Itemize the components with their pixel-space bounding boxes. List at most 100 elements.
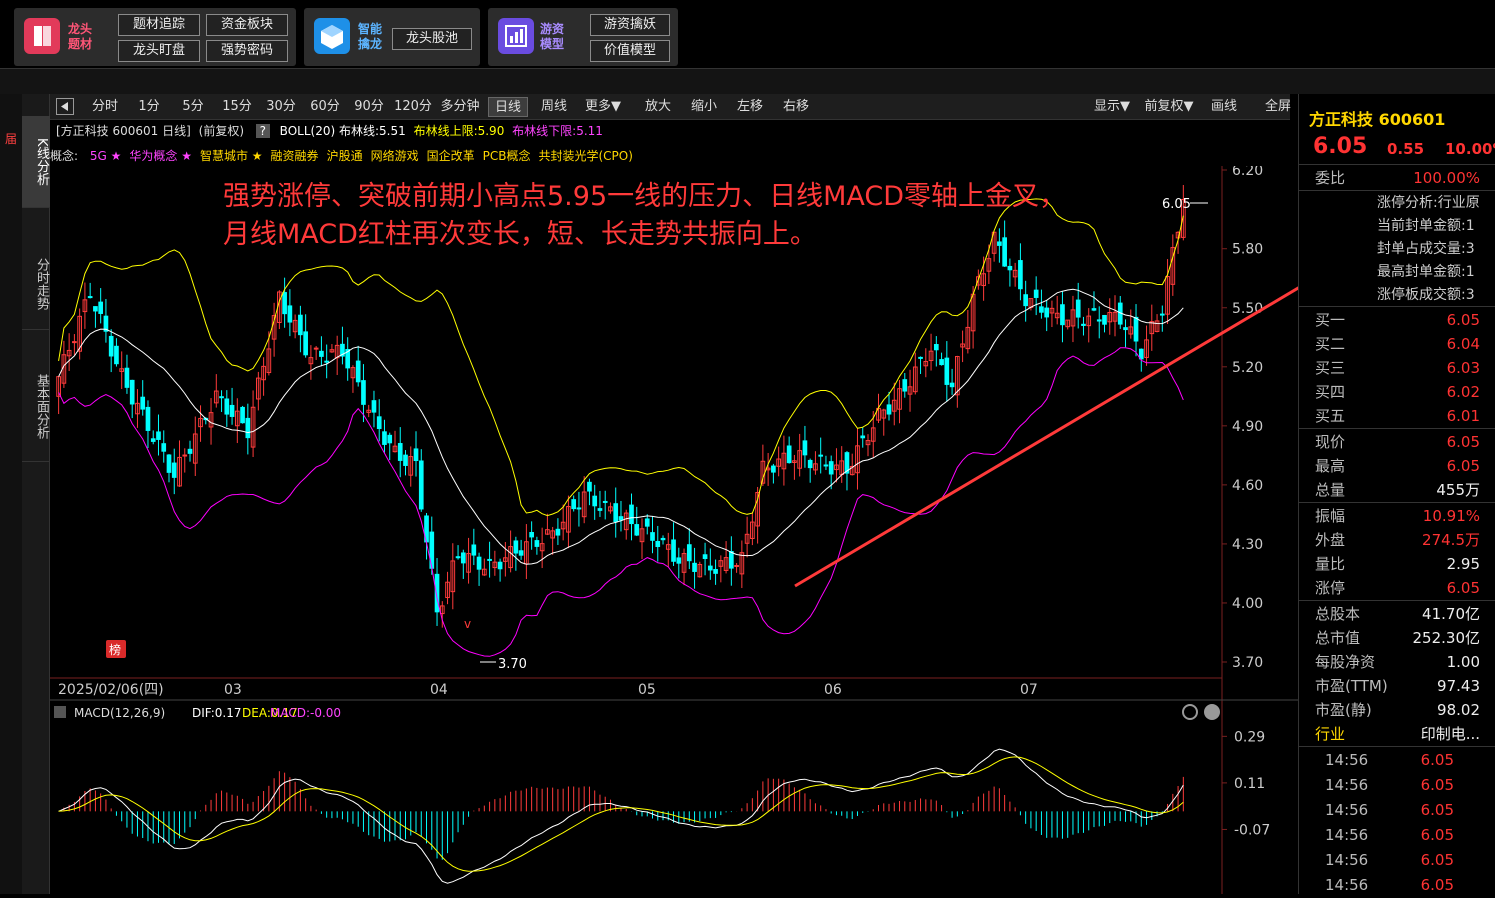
toolgroup-dragon-theme: 龙头题材 题材追踪 资金板块 龙头盯盘 强势密码 <box>14 8 296 66</box>
candle-body <box>303 331 308 356</box>
period-button-1[interactable]: 1分 <box>130 97 168 117</box>
candle-body <box>807 459 813 469</box>
period-button-15[interactable]: 右移 <box>776 97 816 117</box>
candle-body <box>918 356 923 359</box>
toolbar-right-button-0[interactable]: 显示▼ <box>1090 97 1134 117</box>
down-marker: v <box>464 617 471 631</box>
quote-row: 总股本 41.70亿 <box>1299 602 1495 626</box>
concept-tag[interactable]: 融资融券 <box>271 149 319 163</box>
period-button-14[interactable]: 左移 <box>730 97 770 117</box>
book-icon[interactable] <box>24 18 60 54</box>
quote-value: 97.43 <box>1437 677 1480 695</box>
period-button-0[interactable]: 分时 <box>86 97 124 117</box>
period-button-4[interactable]: 30分 <box>262 97 300 117</box>
period-button-2[interactable]: 5分 <box>174 97 212 117</box>
rail-label[interactable]: 届 <box>0 130 22 147</box>
quote-value: 41.70亿 <box>1422 605 1480 623</box>
concept-tag[interactable]: PCB概念 <box>483 149 531 163</box>
chart-icon[interactable] <box>498 18 534 54</box>
candle-body <box>229 404 235 417</box>
leader-pool-button[interactable]: 龙头股池 <box>392 28 472 50</box>
period-button-13[interactable]: 缩小 <box>684 97 724 117</box>
candle-body <box>529 532 534 538</box>
period-button-8[interactable]: 多分钟 <box>438 97 482 117</box>
period-button-9[interactable]: 日线 <box>488 97 528 117</box>
candle-body <box>1018 260 1023 290</box>
macd-value-label: MACD:-0.00 <box>270 706 341 720</box>
strong-code-button[interactable]: 强势密码 <box>206 40 288 62</box>
cube-icon[interactable] <box>314 18 350 54</box>
toolbar-right-button-1[interactable]: 前复权▼ <box>1142 97 1196 117</box>
candle-body <box>713 569 718 574</box>
concept-tag[interactable]: 华为概念 ★ <box>129 149 192 163</box>
quote-label: 市盈(TTM) <box>1315 677 1388 695</box>
date-axis-label: 07 <box>1020 682 1038 698</box>
kline-chart[interactable]: 6.20 5.80 5.50 5.20 4.90 4.60 4.30 4.00 3.70 6.05… <box>50 166 1298 894</box>
macd-label: MACD(12,26,9) <box>74 706 165 720</box>
candle-body <box>707 565 713 571</box>
candle-body <box>313 347 319 350</box>
left-rail: 届 <box>0 94 22 894</box>
divider <box>1299 502 1495 503</box>
concept-tag[interactable]: 网络游戏 <box>371 149 419 163</box>
candle-body <box>949 382 955 388</box>
toolbar-right-button-3[interactable]: 全屏 <box>1260 97 1296 117</box>
concept-tag[interactable]: 智慧城市 ★ <box>200 149 263 163</box>
candle-body <box>771 465 776 473</box>
toolbar-right-button-2[interactable]: 画线 <box>1206 97 1242 117</box>
quote-row: 买四 6.02 <box>1299 380 1495 404</box>
period-button-7[interactable]: 120分 <box>394 97 432 117</box>
quote-value: 2.95 <box>1446 555 1480 573</box>
tab-kline-analysis[interactable]: K线分析 <box>22 116 50 208</box>
divider <box>1299 428 1495 429</box>
toolgroup-title: 游资模型 <box>540 22 565 51</box>
quote-panel: 方正科技 600601 6.05 0.55 10.00% 委比 100.00% 涨… <box>1298 94 1495 894</box>
candle-body <box>455 556 461 559</box>
candle-body <box>156 431 161 440</box>
quote-value: 252.30亿 <box>1412 629 1481 647</box>
leader-watch-button[interactable]: 龙头盯盘 <box>118 40 200 62</box>
period-button-11[interactable]: 更多▼ <box>580 97 626 117</box>
period-button-6[interactable]: 90分 <box>350 97 388 117</box>
collapse-icon[interactable] <box>56 98 74 115</box>
concept-tag[interactable]: 国企改革 <box>427 149 475 163</box>
candle-body <box>298 314 303 336</box>
fund-sector-button[interactable]: 资金板块 <box>206 14 288 36</box>
candle-body <box>171 462 177 478</box>
concept-tag[interactable]: 5G ★ <box>90 149 122 163</box>
quote-row: 振幅 10.91% <box>1299 504 1495 528</box>
theme-tracking-button[interactable]: 题材追踪 <box>118 14 200 36</box>
period-button-3[interactable]: 15分 <box>218 97 256 117</box>
candle-body <box>1075 299 1081 318</box>
concept-tag[interactable]: 共封装光学(CPO) <box>538 149 632 163</box>
concept-tag[interactable]: 沪股通 <box>327 149 363 163</box>
candle-body <box>1007 265 1013 271</box>
candle-body <box>692 562 697 572</box>
quote-label: 买二 <box>1315 335 1346 353</box>
period-button-10[interactable]: 周线 <box>534 97 574 117</box>
period-button-5[interactable]: 60分 <box>306 97 344 117</box>
help-icon[interactable]: ? <box>255 124 270 138</box>
candle-body <box>1060 304 1065 326</box>
candle-body <box>403 454 408 466</box>
tab-intraday-trend[interactable]: 分时走势 <box>22 238 50 330</box>
candle-body <box>597 508 603 511</box>
quote-row: 买三 6.03 <box>1299 356 1495 380</box>
macd-dif-line <box>58 748 1184 884</box>
toolgroup-title: 智能擒龙 <box>358 22 383 51</box>
toolgroup-smart-dragon: 智能擒龙 龙头股池 <box>304 8 480 66</box>
candle-body <box>476 556 482 570</box>
candle-body <box>613 503 619 523</box>
quote-label: 行业 <box>1315 725 1346 743</box>
candle-body <box>361 380 366 405</box>
top-bar: 龙头题材 题材追踪 资金板块 龙头盯盘 强势密码 智能擒龙 龙头股池 游资模型 … <box>0 0 1495 68</box>
period-button-12[interactable]: 放大 <box>638 97 678 117</box>
hot-money-button[interactable]: 游资擒妖 <box>590 14 670 36</box>
candle-body <box>397 443 403 461</box>
value-model-button[interactable]: 价值模型 <box>590 40 670 62</box>
candle-body <box>576 507 582 510</box>
tab-fundamental-analysis[interactable]: 基本面分析 <box>22 352 50 462</box>
annotation-line-1: 强势涨停、突破前期小高点5.95一线的压力、日线MACD零轴上金叉， <box>223 181 1067 212</box>
tick-price: 6.05 <box>1420 851 1454 869</box>
candle-body <box>1138 348 1144 360</box>
